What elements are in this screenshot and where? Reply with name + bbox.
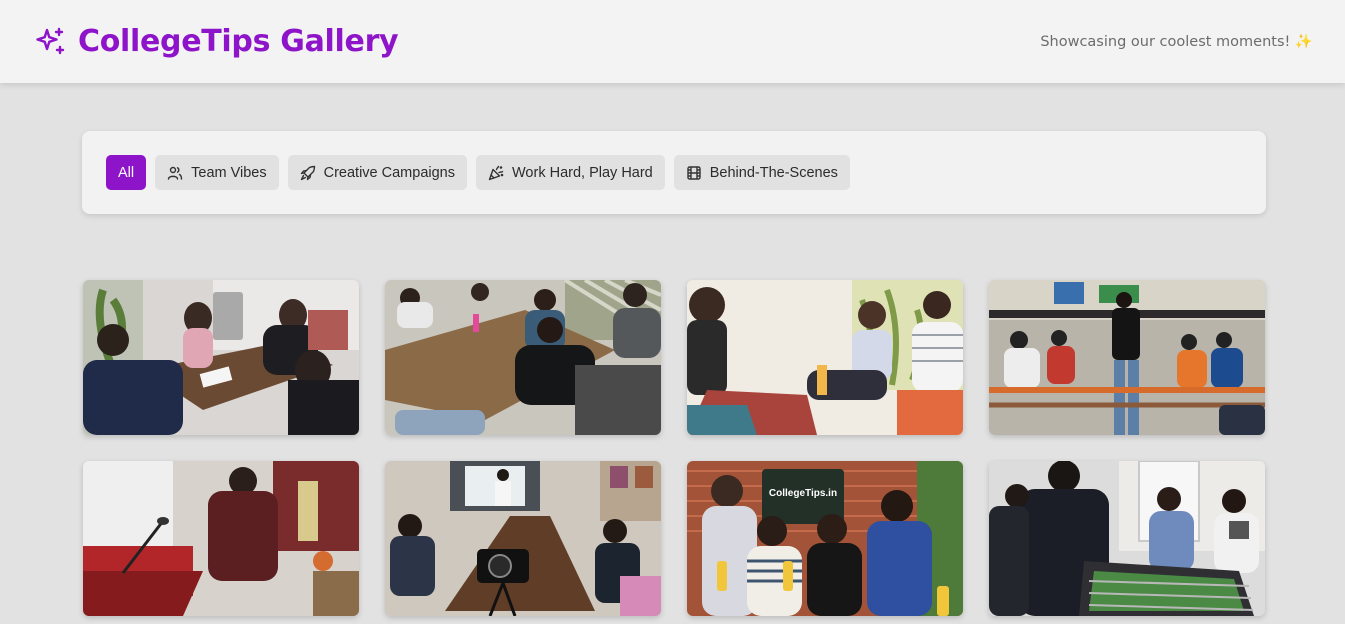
app-header: CollegeTips Gallery Showcasing our coole… <box>0 0 1345 83</box>
users-icon <box>167 166 183 180</box>
gallery-photo[interactable] <box>83 461 359 616</box>
film-icon <box>687 165 701 180</box>
gallery-photo[interactable] <box>83 280 359 435</box>
photo-foosball <box>989 461 1265 616</box>
gallery-photo[interactable]: CollegeTips.in <box>687 461 963 616</box>
filter-label: Behind-The-Scenes <box>709 164 838 181</box>
photo-podium <box>83 461 359 616</box>
sparkles-icon <box>36 27 65 54</box>
photo-video-shoot <box>385 461 661 616</box>
page-title: CollegeTips Gallery <box>78 24 399 59</box>
gallery-photo[interactable] <box>687 280 963 435</box>
photo-lounge <box>687 280 963 435</box>
filter-label: All <box>118 164 135 181</box>
photo-grid: CollegeTips.in <box>83 280 1266 616</box>
filter-all-button[interactable]: All <box>106 155 147 190</box>
gallery-photo[interactable] <box>989 461 1265 616</box>
photo-conference-room <box>385 280 661 435</box>
gallery-photo[interactable] <box>385 280 661 435</box>
filter-bar: All Team Vibes Creative Campaigns Work H… <box>82 131 1266 214</box>
gallery-photo[interactable] <box>385 461 661 616</box>
photo-meeting-table <box>83 280 359 435</box>
filter-label: Creative Campaigns <box>323 164 455 181</box>
photo-auditorium <box>989 280 1265 435</box>
brand[interactable]: CollegeTips Gallery <box>34 24 399 59</box>
rocket-icon <box>300 165 315 180</box>
filter-team-vibes-button[interactable]: Team Vibes <box>155 155 279 190</box>
tagline: Showcasing our coolest moments! ✨ <box>1040 34 1313 50</box>
photo-team-group: CollegeTips.in <box>687 461 963 616</box>
party-popper-icon <box>488 165 504 180</box>
sign-text: CollegeTips.in <box>769 488 837 499</box>
gallery-photo[interactable] <box>989 280 1265 435</box>
filter-creative-campaigns-button[interactable]: Creative Campaigns <box>287 155 467 190</box>
filter-work-hard-play-hard-button[interactable]: Work Hard, Play Hard <box>476 155 665 190</box>
filter-label: Work Hard, Play Hard <box>512 164 653 181</box>
filter-behind-the-scenes-button[interactable]: Behind-The-Scenes <box>673 155 850 190</box>
filter-label: Team Vibes <box>191 164 267 181</box>
